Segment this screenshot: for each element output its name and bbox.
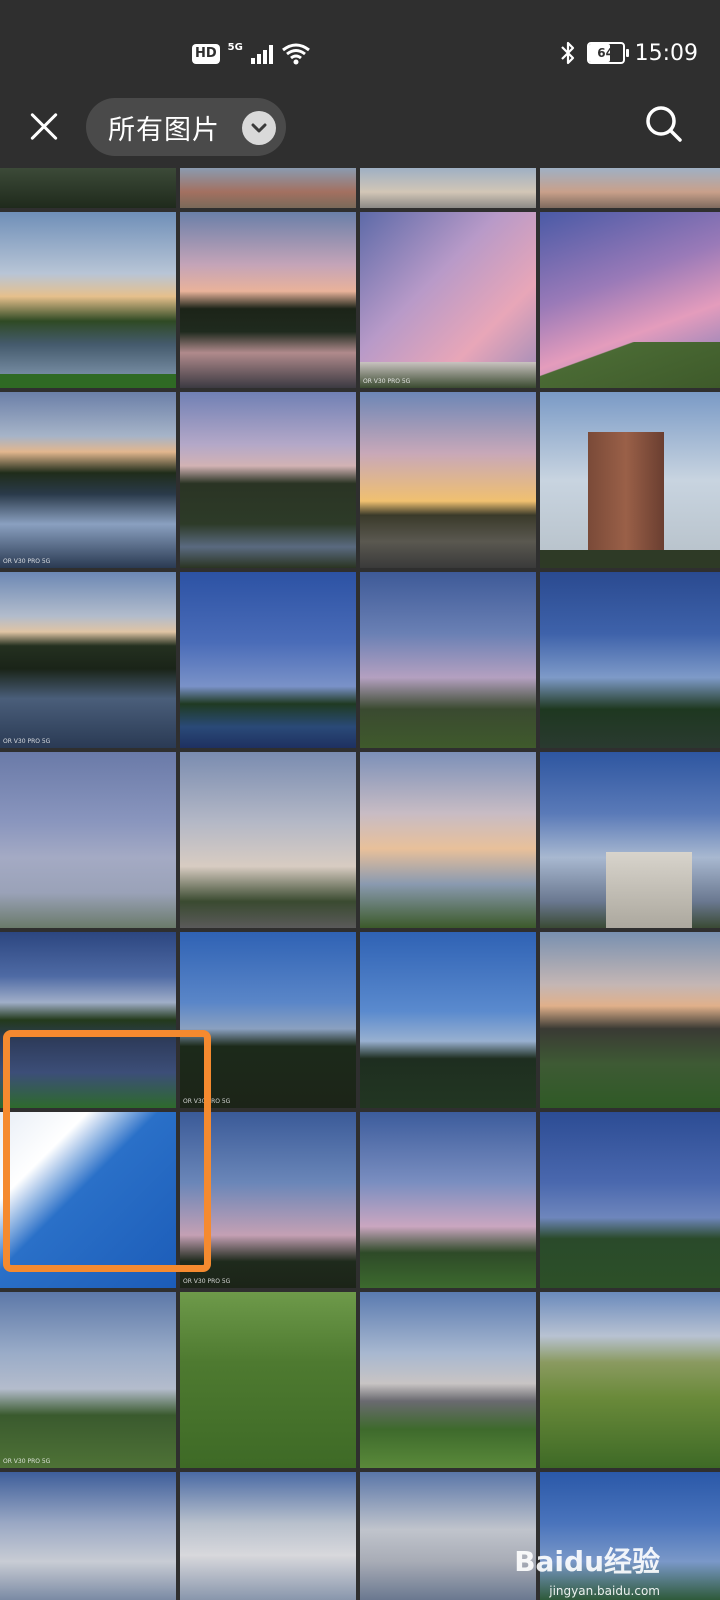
status-right: 64 15:09 — [559, 38, 698, 68]
status-bar: HD 5G 64 15:09 — [0, 0, 720, 98]
photo-thumbnail[interactable] — [180, 392, 356, 568]
album-selector[interactable]: 所有图片 — [86, 98, 286, 156]
photo-thumbnail[interactable] — [180, 212, 356, 388]
photo-overlay-text: OR V30 PRO 5G — [3, 558, 51, 565]
photo-thumbnail[interactable] — [540, 392, 720, 568]
photo-overlay-text: OR V30 PRO 5G — [3, 738, 51, 745]
status-left: HD 5G — [192, 40, 311, 68]
photo-thumbnail[interactable] — [0, 752, 176, 928]
photo-thumbnail[interactable]: OR V30 PRO 5G — [360, 212, 536, 388]
battery-icon: 64 — [586, 42, 629, 64]
photo-overlay-text: OR V30 PRO 5G — [363, 378, 411, 385]
photo-thumbnail[interactable] — [180, 1292, 356, 1468]
album-label: 所有图片 — [108, 114, 220, 146]
battery-level: 64 — [597, 46, 614, 60]
wifi-icon — [281, 43, 310, 65]
photo-thumbnail[interactable] — [180, 572, 356, 748]
signal-icon — [250, 44, 273, 64]
photo-thumbnail[interactable] — [360, 168, 536, 208]
photo-thumbnail[interactable] — [540, 212, 720, 388]
photo-thumbnail[interactable]: OR V30 PRO 5G — [0, 392, 176, 568]
baidu-watermark: Baidu经验 — [514, 1545, 660, 1578]
hd-badge: HD — [192, 44, 220, 64]
photo-thumbnail[interactable] — [540, 1472, 720, 1600]
photo-thumbnail[interactable]: OR V30 PRO 5G — [0, 1292, 176, 1468]
photo-thumbnail[interactable] — [540, 932, 720, 1108]
photo-thumbnail[interactable] — [0, 168, 176, 208]
photo-thumbnail[interactable] — [360, 392, 536, 568]
photo-thumbnail[interactable] — [180, 1472, 356, 1600]
network-type: 5G — [227, 41, 243, 53]
photo-thumbnail[interactable] — [360, 752, 536, 928]
close-icon[interactable] — [24, 106, 64, 146]
photo-thumbnail[interactable] — [540, 1292, 720, 1468]
photo-thumbnail[interactable] — [540, 1112, 720, 1288]
chevron-down-icon[interactable] — [242, 111, 276, 145]
photo-thumbnail[interactable] — [360, 572, 536, 748]
photo-thumbnail[interactable] — [360, 1472, 536, 1600]
photo-overlay-text: OR V30 PRO 5G — [3, 1458, 51, 1465]
photo-thumbnail[interactable]: OR V30 PRO 5G — [0, 572, 176, 748]
photo-thumbnail[interactable] — [540, 752, 720, 928]
clock: 15:09 — [634, 40, 698, 66]
search-icon[interactable] — [644, 104, 684, 144]
photo-overlay-text: OR V30 PRO 5G — [183, 1278, 231, 1285]
watermark-url: jingyan.baidu.com — [549, 1584, 660, 1598]
photo-thumbnail[interactable] — [360, 1292, 536, 1468]
top-toolbar: 所有图片 — [0, 98, 720, 170]
selection-highlight — [3, 1030, 211, 1272]
photo-thumbnail[interactable] — [180, 752, 356, 928]
bluetooth-icon — [560, 41, 574, 65]
photo-thumbnail[interactable] — [0, 1472, 176, 1600]
photo-thumbnail[interactable] — [540, 168, 720, 208]
photo-thumbnail[interactable] — [540, 572, 720, 748]
photo-thumbnail[interactable] — [180, 168, 356, 208]
photo-thumbnail[interactable] — [0, 212, 176, 388]
photo-thumbnail[interactable] — [360, 1112, 536, 1288]
photo-thumbnail[interactable] — [360, 932, 536, 1108]
